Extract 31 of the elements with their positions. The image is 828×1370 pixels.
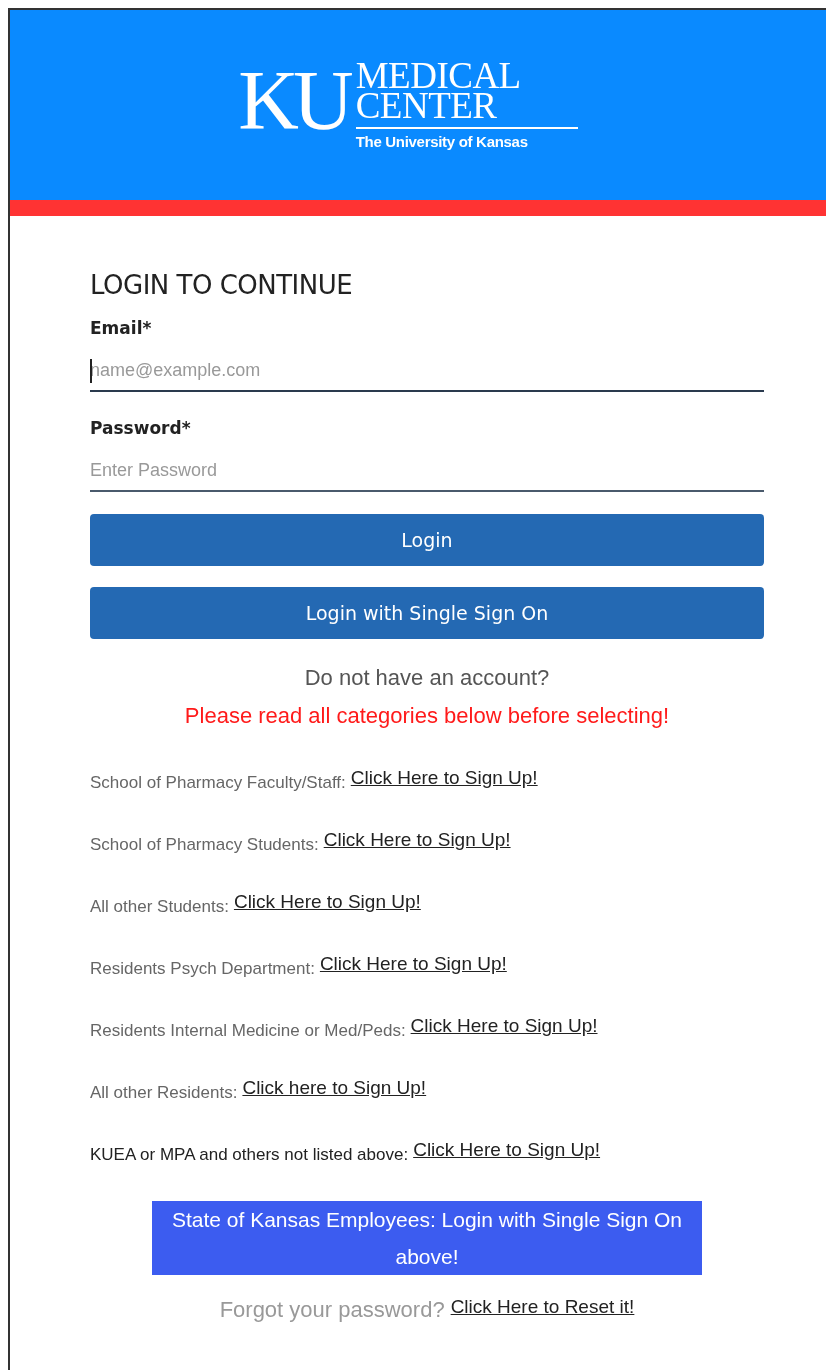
- notice-text: State of Kansas Employees: Login with Single Sign On above!: [152, 1201, 702, 1275]
- login-button[interactable]: Login: [90, 514, 764, 566]
- signup-prompt: Do not have an account?: [303, 665, 551, 691]
- signup-link[interactable]: Click Here to Sign Up!: [413, 1139, 601, 1161]
- forgot-text: Forgot your password?: [219, 1297, 445, 1323]
- reset-link[interactable]: Click Here to Reset it!: [450, 1296, 635, 1318]
- signup-link[interactable]: Click Here to Sign Up!: [233, 891, 421, 913]
- signup-link[interactable]: Click Here to Sign Up!: [410, 1015, 598, 1037]
- signup-link[interactable]: Click Here to Sign Up!: [350, 767, 538, 789]
- login-button[interactable]: Login with Single Sign On: [90, 587, 764, 639]
- input-field[interactable]: Enter Password: [90, 450, 764, 492]
- logo-text: MEDICAL: [355, 60, 522, 91]
- category-label: All other Students:: [90, 897, 229, 917]
- category-label: All other Residents:: [90, 1083, 238, 1103]
- category-label: School of Pharmacy Faculty/Staff:: [90, 773, 346, 793]
- signup-link[interactable]: Click Here to Sign Up!: [323, 829, 511, 851]
- logo-tagline: The University of Kansas: [355, 126, 578, 150]
- category-label: Residents Psych Department:: [90, 959, 315, 979]
- warning-text: Please read all categories below before selecting!: [183, 703, 671, 729]
- signup-link[interactable]: Click Here to Sign Up!: [319, 953, 507, 975]
- input-field[interactable]: name@example.com: [90, 350, 764, 392]
- category-label: KUEA or MPA and others not listed above:: [90, 1145, 409, 1165]
- category-label: School of Pharmacy Students:: [90, 835, 319, 855]
- signup-link[interactable]: Click here to Sign Up!: [242, 1077, 427, 1099]
- logo-text: CENTER: [355, 90, 497, 121]
- login-heading: LOGIN TO CONTINUE: [90, 270, 354, 300]
- text-cursor: [90, 359, 92, 383]
- category-label: Residents Internal Medicine or Med/Peds:: [90, 1021, 406, 1041]
- field-label: Password*: [90, 418, 191, 438]
- logo-mark: KU: [238, 58, 348, 143]
- field-label: Email*: [90, 318, 152, 338]
